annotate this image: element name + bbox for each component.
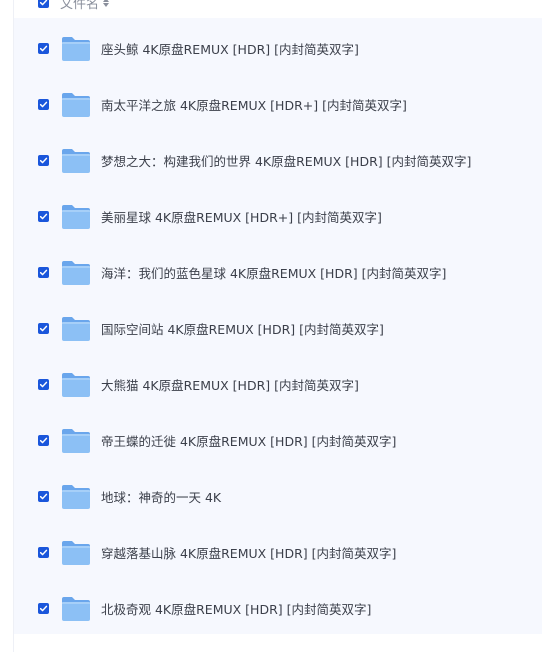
folder-icon bbox=[62, 148, 90, 173]
folder-icon bbox=[62, 372, 90, 397]
file-row-8[interactable]: 帝王蝶的迁徙 4K原盘REMUX [HDR] [内封简英双字] bbox=[14, 412, 542, 468]
file-row-11[interactable]: 北极奇观 4K原盘REMUX [HDR] [内封简英双字] bbox=[14, 580, 542, 636]
check-icon bbox=[39, 605, 48, 611]
folder-icon bbox=[62, 204, 90, 229]
file-name: 国际空间站 4K原盘REMUX [HDR] [内封简英双字] bbox=[101, 321, 384, 337]
folder-icon bbox=[62, 260, 90, 285]
row-checkbox[interactable] bbox=[38, 154, 49, 166]
file-row-5[interactable]: 海洋：我们的蓝色星球 4K原盘REMUX [HDR] [内封简英双字] bbox=[14, 244, 542, 300]
select-all-checkbox[interactable] bbox=[38, 0, 49, 8]
folder-icon bbox=[62, 316, 90, 341]
check-icon bbox=[39, 549, 48, 555]
file-name: 帝王蝶的迁徙 4K原盘REMUX [HDR] [内封简英双字] bbox=[101, 433, 397, 449]
row-checkbox[interactable] bbox=[38, 546, 49, 558]
file-name: 穿越落基山脉 4K原盘REMUX [HDR] [内封简英双字] bbox=[101, 545, 397, 561]
row-checkbox[interactable] bbox=[38, 602, 49, 614]
file-browser: 文件名 座头鲸 4K原盘REMUX [HDR] [内封简英双字] 南太平洋之旅 … bbox=[0, 0, 542, 652]
check-icon bbox=[39, 269, 48, 275]
check-icon bbox=[39, 437, 48, 443]
row-checkbox[interactable] bbox=[38, 210, 49, 222]
row-checkbox[interactable] bbox=[38, 378, 49, 390]
row-checkbox[interactable] bbox=[38, 322, 49, 334]
file-row-10[interactable]: 穿越落基山脉 4K原盘REMUX [HDR] [内封简英双字] bbox=[14, 524, 542, 580]
file-list: 座头鲸 4K原盘REMUX [HDR] [内封简英双字] 南太平洋之旅 4K原盘… bbox=[14, 20, 542, 636]
file-name: 南太平洋之旅 4K原盘REMUX [HDR+] [内封简英双字] bbox=[101, 97, 407, 113]
folder-icon bbox=[62, 428, 90, 453]
row-checkbox[interactable] bbox=[38, 490, 49, 502]
folder-icon bbox=[62, 484, 90, 509]
row-checkbox[interactable] bbox=[38, 266, 49, 278]
left-rail bbox=[0, 0, 14, 652]
row-checkbox[interactable] bbox=[38, 434, 49, 446]
file-name: 海洋：我们的蓝色星球 4K原盘REMUX [HDR] [内封简英双字] bbox=[101, 265, 447, 281]
filename-column-header[interactable]: 文件名 bbox=[60, 0, 99, 12]
check-icon bbox=[39, 381, 48, 387]
file-row-3[interactable]: 梦想之大：构建我们的世界 4K原盘REMUX [HDR] [内封简英双字] bbox=[14, 132, 542, 188]
sort-icon[interactable] bbox=[103, 0, 110, 8]
folder-icon bbox=[62, 36, 90, 61]
check-icon bbox=[39, 157, 48, 163]
file-name: 大熊猫 4K原盘REMUX [HDR] [内封简英双字] bbox=[101, 377, 359, 393]
check-icon bbox=[39, 101, 48, 107]
folder-icon bbox=[62, 540, 90, 565]
file-name: 地球：神奇的一天 4K bbox=[101, 489, 222, 505]
file-name: 梦想之大：构建我们的世界 4K原盘REMUX [HDR] [内封简英双字] bbox=[101, 153, 472, 169]
check-icon bbox=[39, 493, 48, 499]
check-icon bbox=[39, 325, 48, 331]
check-icon bbox=[39, 213, 48, 219]
file-row-1[interactable]: 座头鲸 4K原盘REMUX [HDR] [内封简英双字] bbox=[14, 20, 542, 76]
file-row-4[interactable]: 美丽星球 4K原盘REMUX [HDR+] [内封简英双字] bbox=[14, 188, 542, 244]
folder-icon bbox=[62, 596, 90, 621]
file-list-header: 文件名 bbox=[14, 0, 110, 12]
folder-icon bbox=[62, 92, 90, 117]
file-name: 座头鲸 4K原盘REMUX [HDR] [内封简英双字] bbox=[101, 41, 359, 57]
check-icon bbox=[39, 0, 48, 5]
file-row-7[interactable]: 大熊猫 4K原盘REMUX [HDR] [内封简英双字] bbox=[14, 356, 542, 412]
row-checkbox[interactable] bbox=[38, 98, 49, 110]
file-row-6[interactable]: 国际空间站 4K原盘REMUX [HDR] [内封简英双字] bbox=[14, 300, 542, 356]
check-icon bbox=[39, 45, 48, 51]
row-checkbox[interactable] bbox=[38, 42, 49, 54]
file-row-9[interactable]: 地球：神奇的一天 4K bbox=[14, 468, 542, 524]
file-name: 北极奇观 4K原盘REMUX [HDR] [内封简英双字] bbox=[101, 601, 372, 617]
file-name: 美丽星球 4K原盘REMUX [HDR+] [内封简英双字] bbox=[101, 209, 382, 225]
file-row-2[interactable]: 南太平洋之旅 4K原盘REMUX [HDR+] [内封简英双字] bbox=[14, 76, 542, 132]
